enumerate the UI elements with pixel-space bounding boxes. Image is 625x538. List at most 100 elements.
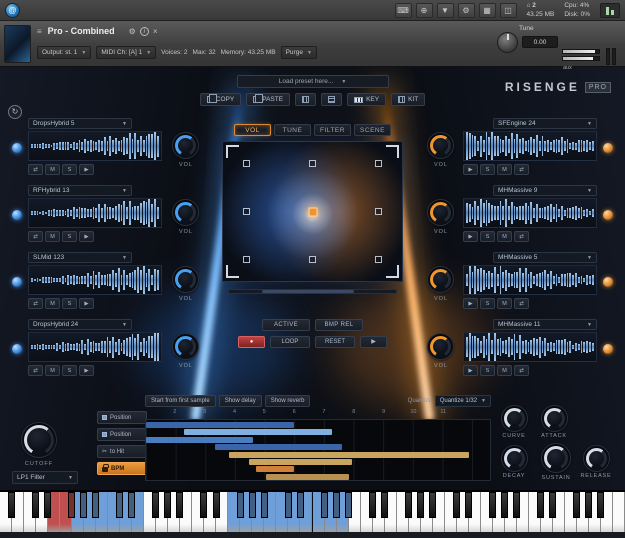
pad-handle[interactable]	[309, 256, 316, 263]
solo-button[interactable]: S	[62, 231, 77, 242]
cutoff-knob[interactable]	[21, 422, 57, 458]
piano-key-black[interactable]	[92, 492, 99, 518]
slot-led-icon[interactable]	[12, 210, 22, 220]
volume-knob[interactable]	[172, 132, 199, 159]
mute-button[interactable]: M	[45, 164, 60, 175]
solo-button[interactable]: S	[480, 298, 495, 309]
view-grid-icon[interactable]: ▦	[479, 3, 496, 18]
copy-button[interactable]: COPY	[200, 93, 241, 106]
sequence-clip[interactable]	[215, 444, 342, 450]
mute-button[interactable]: M	[497, 231, 512, 242]
tab-tune[interactable]: TUNE	[274, 124, 311, 136]
slot-led-icon[interactable]	[12, 277, 22, 287]
piano-key-black[interactable]	[213, 492, 220, 518]
piano-key-black[interactable]	[297, 492, 304, 518]
piano-key-black[interactable]	[128, 492, 135, 518]
play-sample-button[interactable]: ▶	[79, 164, 94, 175]
info-icon[interactable]: i	[140, 27, 149, 36]
piano-key-black[interactable]	[176, 492, 183, 518]
pad-handle[interactable]	[375, 160, 382, 167]
quantize-select[interactable]: Quantize 1/32 ▼	[435, 395, 491, 407]
loop-button[interactable]: LOOP	[270, 336, 310, 348]
add-library-icon[interactable]: ⊕	[416, 3, 433, 18]
volume-knob[interactable]	[172, 266, 199, 293]
tab-vol[interactable]: VOL	[234, 124, 271, 136]
instrument-thumbnail[interactable]	[4, 25, 31, 63]
reset-button[interactable]: RESET	[315, 336, 355, 348]
grid-tool-button[interactable]	[295, 93, 316, 106]
volume-knob[interactable]	[427, 266, 454, 293]
show-delay-button[interactable]: Show delay	[219, 395, 262, 407]
solo-button[interactable]: S	[62, 365, 77, 376]
position-button-1[interactable]: Position	[97, 411, 147, 424]
play-sample-button[interactable]: ▶	[79, 365, 94, 376]
mute-button[interactable]: M	[497, 164, 512, 175]
volume-knob[interactable]	[427, 333, 454, 360]
piano-key-black[interactable]	[32, 492, 39, 518]
record-button[interactable]: ●	[238, 336, 265, 348]
slot-led-icon[interactable]	[603, 143, 613, 153]
solo-button[interactable]: S	[62, 164, 77, 175]
xy-pad[interactable]	[222, 141, 403, 282]
pad-handle[interactable]	[243, 256, 250, 263]
piano-key-black[interactable]	[321, 492, 328, 518]
sustain-knob[interactable]	[541, 443, 571, 473]
play-sample-button[interactable]: ▶	[463, 298, 478, 309]
kit-mode-button[interactable]: KIT	[391, 93, 425, 106]
piano-key-black[interactable]	[381, 492, 388, 518]
save-icon[interactable]: ▼	[437, 3, 454, 18]
waveform-display[interactable]	[463, 332, 597, 362]
trim-button[interactable]: ⇄	[28, 298, 43, 309]
sequencer-lanes[interactable]	[145, 419, 491, 481]
piano-key-black[interactable]	[585, 492, 592, 518]
pad-handle[interactable]	[375, 208, 382, 215]
purge-menu[interactable]: Purge ▼	[281, 46, 317, 59]
piano-key-black[interactable]	[249, 492, 256, 518]
bpm-lock-button[interactable]: BPM	[97, 462, 147, 475]
sequence-clip[interactable]	[256, 466, 294, 472]
sample-select[interactable]: MHMassive 11 ▼	[493, 319, 597, 330]
close-icon[interactable]: ×	[153, 27, 158, 36]
waveform-display[interactable]	[28, 265, 162, 295]
gear-icon[interactable]: ⚙	[458, 3, 475, 18]
piano-key-black[interactable]	[237, 492, 244, 518]
piano-key-black[interactable]	[405, 492, 412, 518]
trim-button[interactable]: ⇄	[28, 231, 43, 242]
app-logo-icon[interactable]: @	[5, 3, 20, 18]
sequence-clip[interactable]	[249, 459, 352, 465]
piano-key-black[interactable]	[429, 492, 436, 518]
decay-knob[interactable]	[501, 445, 528, 472]
piano-key-black[interactable]	[417, 492, 424, 518]
piano-key-black[interactable]	[116, 492, 123, 518]
pad-handle[interactable]	[243, 160, 250, 167]
play-sample-button[interactable]: ▶	[79, 231, 94, 242]
aux-label[interactable]: aux	[563, 65, 572, 71]
mixer-tool-button[interactable]	[321, 93, 342, 106]
piano-key-black[interactable]	[68, 492, 75, 518]
paste-button[interactable]: PASTE	[246, 93, 290, 106]
menu-icon[interactable]: ≡	[37, 27, 42, 36]
piano-key-black[interactable]	[573, 492, 580, 518]
piano-key-black[interactable]	[489, 492, 496, 518]
play-sample-button[interactable]: ▶	[463, 164, 478, 175]
waveform-display[interactable]	[463, 198, 597, 228]
volume-knob[interactable]	[172, 199, 199, 226]
tab-scene[interactable]: SCENE	[354, 124, 391, 136]
sample-select[interactable]: MHMassive 5 ▼	[493, 252, 597, 263]
preset-select[interactable]: Load preset here... ▼	[237, 75, 389, 88]
volume-knob[interactable]	[427, 132, 454, 159]
start-from-first-button[interactable]: Start from first sample	[145, 395, 216, 407]
solo-button[interactable]: S	[480, 231, 495, 242]
position-button-2[interactable]: Position	[97, 428, 147, 441]
piano-key-black[interactable]	[549, 492, 556, 518]
snap-to-hit-button[interactable]: ✂ to Hit	[97, 445, 147, 458]
active-button[interactable]: ACTIVE	[262, 319, 310, 331]
trim-button[interactable]: ⇄	[514, 164, 529, 175]
bmp-rel-button[interactable]: BMP REL	[315, 319, 363, 331]
volume-knob[interactable]	[427, 199, 454, 226]
mute-button[interactable]: M	[45, 298, 60, 309]
sequence-clip[interactable]	[146, 437, 253, 443]
waveform-display[interactable]	[28, 198, 162, 228]
monitor-icon[interactable]: ◫	[500, 3, 517, 18]
piano-key-black[interactable]	[200, 492, 207, 518]
